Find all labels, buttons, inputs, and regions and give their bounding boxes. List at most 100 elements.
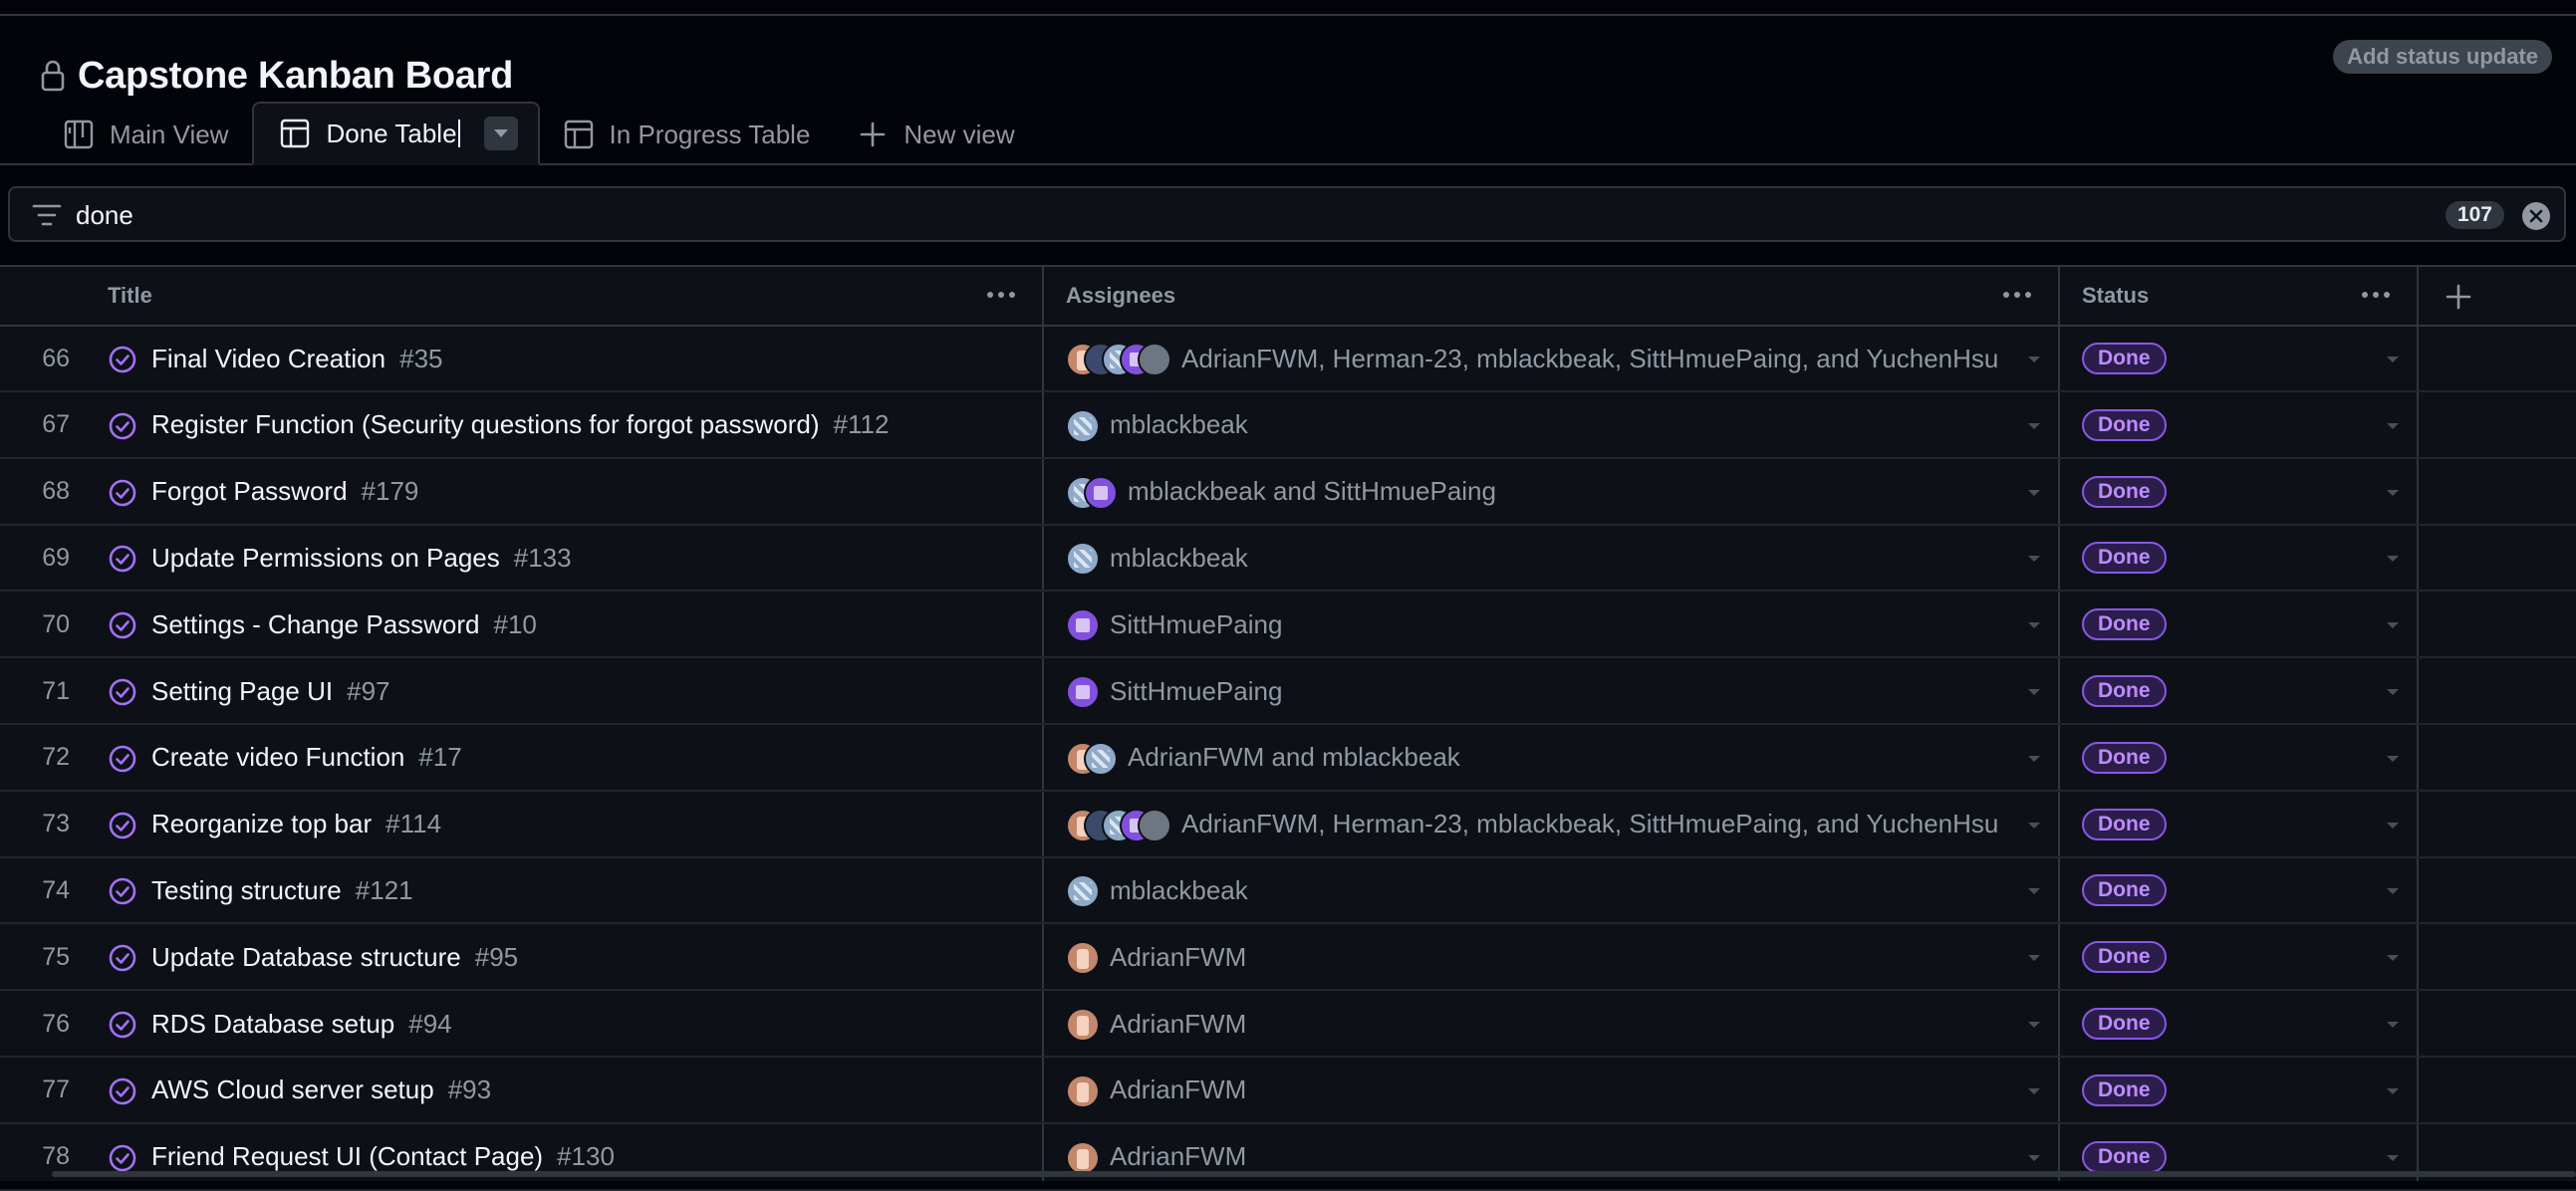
issue-title-link[interactable]: Create video Function #17 [151,726,462,790]
assignee-names[interactable]: AdrianFWM [1110,992,1246,1056]
status-badge[interactable]: Done [2082,1008,2167,1040]
tab-options-dropdown[interactable] [483,117,518,150]
assignee-avatars[interactable] [1066,808,1171,842]
issue-title-link[interactable]: Update Permissions on Pages #133 [151,526,572,590]
assignee-avatars[interactable] [1066,1008,1100,1042]
assignee-names[interactable]: SittHmuePaing [1110,593,1282,656]
status-dropdown-caret-icon[interactable] [2387,755,2399,762]
table-row[interactable]: 67 Register Function (Security questions … [0,393,2576,459]
status-dropdown-caret-icon[interactable] [2387,1087,2399,1094]
status-dropdown-caret-icon[interactable] [2387,357,2399,362]
new-view-button[interactable]: New view [834,106,1038,163]
assignee-avatars[interactable] [1066,874,1100,909]
assignee-avatars[interactable] [1066,475,1118,510]
assignee-names[interactable]: AdrianFWM [1110,1059,1246,1122]
assignees-dropdown-caret-icon[interactable] [2028,556,2040,563]
assignee-names[interactable]: mblackbeak [1110,393,1248,457]
issue-title-link[interactable]: Setting Page UI #97 [151,659,390,723]
table-row[interactable]: 76 RDS Database setup #94 AdrianFWM Done [0,992,2576,1058]
assignee-avatars[interactable] [1066,1073,1100,1108]
status-badge[interactable]: Done [2082,741,2167,774]
status-badge[interactable]: Done [2082,941,2167,974]
status-dropdown-caret-icon[interactable] [2387,689,2399,695]
assignees-dropdown-caret-icon[interactable] [2028,422,2040,429]
tab-done-table[interactable]: Done Table [252,102,540,165]
column-header-assignees[interactable]: Assignees [1066,267,2058,325]
status-dropdown-caret-icon[interactable] [2387,822,2399,829]
column-menu-icon[interactable] [2359,283,2393,307]
clear-filter-button[interactable] [2522,202,2550,230]
assignee-names[interactable]: AdrianFWM, Herman-23, mblackbeak, SittHm… [1181,793,1998,856]
assignee-names[interactable]: mblackbeak [1110,858,1248,922]
assignees-dropdown-caret-icon[interactable] [2028,822,2040,829]
table-row[interactable]: 68 Forgot Password #179 mblackbeak and Sitt… [0,460,2576,526]
assignee-avatars[interactable] [1066,675,1100,709]
status-dropdown-caret-icon[interactable] [2387,422,2399,429]
assignee-avatars[interactable] [1066,542,1100,577]
status-badge[interactable]: Done [2082,675,2167,707]
table-row[interactable]: 70 Settings - Change Password #10 SittHmueP… [0,593,2576,659]
table-row[interactable]: 78 Friend Request UI (Contact Page) #130 Ad… [0,1125,2576,1191]
filter-input[interactable]: done [76,200,133,231]
assignees-dropdown-caret-icon[interactable] [2028,489,2040,496]
status-badge[interactable]: Done [2082,343,2167,374]
issue-title-link[interactable]: Update Database structure #95 [151,925,518,989]
tab-main-view[interactable]: Main View [40,106,252,163]
column-header-status[interactable]: Status [2082,267,2417,325]
assignees-dropdown-caret-icon[interactable] [2028,955,2040,962]
issue-title-link[interactable]: Forgot Password #179 [151,460,418,524]
assignees-dropdown-caret-icon[interactable] [2028,755,2040,762]
issue-title-link[interactable]: RDS Database setup #94 [151,992,452,1056]
status-badge[interactable]: Done [2082,874,2167,907]
assignees-dropdown-caret-icon[interactable] [2028,622,2040,629]
table-row[interactable]: 73 Reorganize top bar #114 AdrianFWM, Herma… [0,793,2576,858]
column-header-title[interactable]: Title [108,267,1042,325]
add-field-plus-icon[interactable] [2439,277,2478,317]
add-status-update-button[interactable]: Add status update [2333,40,2552,74]
assignee-names[interactable]: AdrianFWM and mblackbeak [1128,726,1460,790]
assignees-dropdown-caret-icon[interactable] [2028,1087,2040,1094]
status-badge[interactable]: Done [2082,1073,2167,1106]
assignee-avatars[interactable] [1066,343,1171,376]
assignee-names[interactable]: AdrianFWM, Herman-23, mblackbeak, SittHm… [1181,327,1998,390]
status-dropdown-caret-icon[interactable] [2387,888,2399,895]
status-badge[interactable]: Done [2082,1140,2167,1173]
column-menu-icon[interactable] [2000,283,2034,307]
assignee-names[interactable]: AdrianFWM [1110,925,1246,989]
status-dropdown-caret-icon[interactable] [2387,1022,2399,1028]
assignees-dropdown-caret-icon[interactable] [2028,1154,2040,1161]
issue-title-link[interactable]: Settings - Change Password #10 [151,593,537,656]
status-dropdown-caret-icon[interactable] [2387,556,2399,563]
assignee-names[interactable]: mblackbeak and SittHmuePaing [1128,460,1496,524]
assignee-avatars[interactable] [1066,741,1118,776]
issue-title-link[interactable]: Register Function (Security questions fo… [151,393,889,457]
assignee-avatars[interactable] [1066,1140,1100,1175]
column-menu-icon[interactable] [984,283,1018,307]
status-badge[interactable]: Done [2082,542,2167,575]
horizontal-scrollbar[interactable] [52,1171,2576,1177]
assignee-avatars[interactable] [1066,408,1100,443]
assignees-dropdown-caret-icon[interactable] [2028,357,2040,362]
status-dropdown-caret-icon[interactable] [2387,489,2399,496]
issue-title-link[interactable]: Final Video Creation #35 [151,327,443,390]
assignee-avatars[interactable] [1066,941,1100,976]
issue-title-link[interactable]: Reorganize top bar #114 [151,793,441,856]
table-row[interactable]: 77 AWS Cloud server setup #93 AdrianFWM Done [0,1059,2576,1124]
assignee-names[interactable]: SittHmuePaing [1110,659,1282,723]
status-dropdown-caret-icon[interactable] [2387,955,2399,962]
issue-title-link[interactable]: AWS Cloud server setup #93 [151,1059,491,1122]
table-row[interactable]: 72 Create video Function #17 AdrianFWM and … [0,726,2576,792]
status-badge[interactable]: Done [2082,808,2167,840]
status-badge[interactable]: Done [2082,408,2167,441]
table-row[interactable]: 71 Setting Page UI #97 SittHmuePaing Done [0,659,2576,725]
table-row[interactable]: 66 Final Video Creation #35 AdrianFWM, Herm… [0,327,2576,392]
filter-bar[interactable]: done 107 [8,186,2566,242]
assignees-dropdown-caret-icon[interactable] [2028,888,2040,895]
table-row[interactable]: 74 Testing structure #121 mblackbeak Done [0,858,2576,925]
table-row[interactable]: 75 Update Database structure #95 AdrianFWM D… [0,925,2576,992]
assignees-dropdown-caret-icon[interactable] [2028,1022,2040,1028]
status-dropdown-caret-icon[interactable] [2387,622,2399,629]
table-row[interactable]: 69 Update Permissions on Pages #133 mblackb… [0,526,2576,593]
status-badge[interactable]: Done [2082,475,2167,508]
issue-title-link[interactable]: Testing structure #121 [151,858,413,922]
